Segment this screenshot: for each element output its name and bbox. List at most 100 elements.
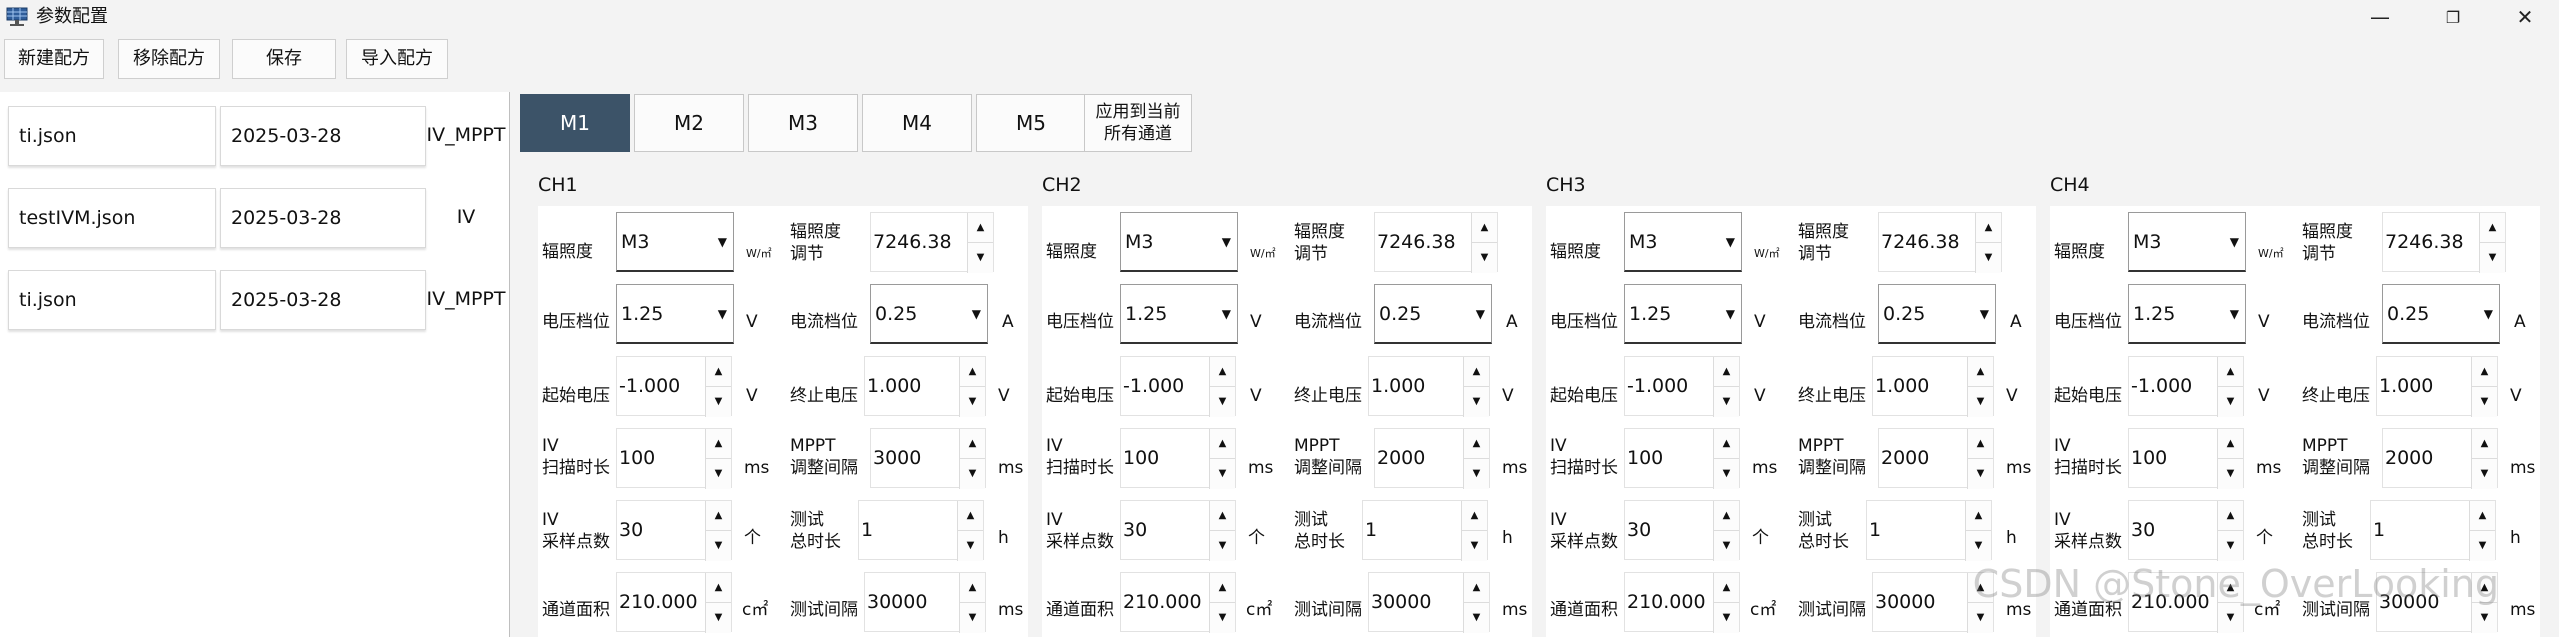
end-voltage-spinbox[interactable]: 1.000 ▲ ▼ bbox=[1368, 356, 1490, 417]
increment-arrow-icon[interactable]: ▲ bbox=[1967, 357, 1993, 387]
increment-arrow-icon[interactable]: ▲ bbox=[2217, 429, 2243, 459]
total-time-spinbox[interactable]: 1 ▲ ▼ bbox=[1362, 500, 1488, 561]
mppt-interval-spinbox[interactable]: 3000 ▲ ▼ bbox=[870, 428, 986, 489]
current-range-select[interactable]: 0.25 ▼ bbox=[2382, 284, 2500, 344]
irradiance-select[interactable]: M3 ▼ bbox=[2128, 212, 2246, 272]
irradiance-select[interactable]: M3 ▼ bbox=[1624, 212, 1742, 272]
mppt-interval-spinbox[interactable]: 2000 ▲ ▼ bbox=[2382, 428, 2498, 489]
decrement-arrow-icon[interactable]: ▼ bbox=[1471, 243, 1497, 273]
decrement-arrow-icon[interactable]: ▼ bbox=[705, 531, 731, 561]
increment-arrow-icon[interactable]: ▲ bbox=[1713, 573, 1739, 603]
increment-arrow-icon[interactable]: ▲ bbox=[1713, 501, 1739, 531]
increment-arrow-icon[interactable]: ▲ bbox=[959, 357, 985, 387]
decrement-arrow-icon[interactable]: ▼ bbox=[1967, 459, 1993, 489]
increment-arrow-icon[interactable]: ▲ bbox=[959, 573, 985, 603]
decrement-arrow-icon[interactable]: ▼ bbox=[959, 603, 985, 633]
increment-arrow-icon[interactable]: ▲ bbox=[1975, 213, 2001, 243]
start-voltage-spinbox[interactable]: -1.000 ▲ ▼ bbox=[1624, 356, 1740, 417]
iv-points-spinbox[interactable]: 30 ▲ ▼ bbox=[1624, 500, 1740, 561]
decrement-arrow-icon[interactable]: ▼ bbox=[1967, 387, 1993, 417]
decrement-arrow-icon[interactable]: ▼ bbox=[1209, 459, 1235, 489]
tab-m3[interactable]: M3 bbox=[748, 94, 858, 152]
increment-arrow-icon[interactable]: ▲ bbox=[1209, 429, 1235, 459]
tab-m2[interactable]: M2 bbox=[634, 94, 744, 152]
current-range-select[interactable]: 0.25 ▼ bbox=[870, 284, 988, 344]
irradiance-select[interactable]: M3 ▼ bbox=[616, 212, 734, 272]
irr-adjust-spinbox[interactable]: 7246.38 ▲ ▼ bbox=[1374, 212, 1498, 273]
maximize-button[interactable]: ❐ bbox=[2418, 0, 2488, 34]
start-voltage-spinbox[interactable]: -1.000 ▲ ▼ bbox=[616, 356, 732, 417]
iv-points-spinbox[interactable]: 30 ▲ ▼ bbox=[1120, 500, 1236, 561]
decrement-arrow-icon[interactable]: ▼ bbox=[1461, 531, 1487, 561]
recipe-date[interactable]: 2025-03-28 bbox=[220, 188, 426, 248]
total-time-spinbox[interactable]: 1 ▲ ▼ bbox=[858, 500, 984, 561]
increment-arrow-icon[interactable]: ▲ bbox=[1209, 573, 1235, 603]
start-voltage-spinbox[interactable]: -1.000 ▲ ▼ bbox=[2128, 356, 2244, 417]
total-time-spinbox[interactable]: 1 ▲ ▼ bbox=[1866, 500, 1992, 561]
area-spinbox[interactable]: 210.000 ▲ ▼ bbox=[1120, 572, 1236, 633]
voltage-range-select[interactable]: 1.25 ▼ bbox=[1120, 284, 1238, 344]
tab-m1[interactable]: M1 bbox=[520, 94, 630, 152]
irradiance-select[interactable]: M3 ▼ bbox=[1120, 212, 1238, 272]
voltage-range-select[interactable]: 1.25 ▼ bbox=[1624, 284, 1742, 344]
decrement-arrow-icon[interactable]: ▼ bbox=[2479, 243, 2505, 273]
decrement-arrow-icon[interactable]: ▼ bbox=[1965, 531, 1991, 561]
minimize-button[interactable]: — bbox=[2345, 0, 2415, 34]
end-voltage-spinbox[interactable]: 1.000 ▲ ▼ bbox=[864, 356, 986, 417]
decrement-arrow-icon[interactable]: ▼ bbox=[1713, 459, 1739, 489]
decrement-arrow-icon[interactable]: ▼ bbox=[2217, 531, 2243, 561]
decrement-arrow-icon[interactable]: ▼ bbox=[1463, 603, 1489, 633]
recipe-name[interactable]: ti.json bbox=[8, 270, 216, 330]
apply-all-channels-button[interactable]: 应用到当前 所有通道 bbox=[1084, 94, 1192, 152]
iv-scan-time-spinbox[interactable]: 100 ▲ ▼ bbox=[2128, 428, 2244, 489]
iv-scan-time-spinbox[interactable]: 100 ▲ ▼ bbox=[1120, 428, 1236, 489]
increment-arrow-icon[interactable]: ▲ bbox=[2471, 357, 2497, 387]
decrement-arrow-icon[interactable]: ▼ bbox=[1975, 243, 2001, 273]
increment-arrow-icon[interactable]: ▲ bbox=[1463, 357, 1489, 387]
decrement-arrow-icon[interactable]: ▼ bbox=[959, 387, 985, 417]
mppt-interval-spinbox[interactable]: 2000 ▲ ▼ bbox=[1878, 428, 1994, 489]
decrement-arrow-icon[interactable]: ▼ bbox=[2217, 387, 2243, 417]
decrement-arrow-icon[interactable]: ▼ bbox=[1713, 531, 1739, 561]
voltage-range-select[interactable]: 1.25 ▼ bbox=[2128, 284, 2246, 344]
voltage-range-select[interactable]: 1.25 ▼ bbox=[616, 284, 734, 344]
close-button[interactable]: ✕ bbox=[2490, 0, 2559, 34]
increment-arrow-icon[interactable]: ▲ bbox=[1967, 429, 1993, 459]
decrement-arrow-icon[interactable]: ▼ bbox=[1209, 387, 1235, 417]
irr-adjust-spinbox[interactable]: 7246.38 ▲ ▼ bbox=[1878, 212, 2002, 273]
increment-arrow-icon[interactable]: ▲ bbox=[1471, 213, 1497, 243]
iv-points-spinbox[interactable]: 30 ▲ ▼ bbox=[2128, 500, 2244, 561]
increment-arrow-icon[interactable]: ▲ bbox=[967, 213, 993, 243]
current-range-select[interactable]: 0.25 ▼ bbox=[1374, 284, 1492, 344]
increment-arrow-icon[interactable]: ▲ bbox=[1463, 573, 1489, 603]
increment-arrow-icon[interactable]: ▲ bbox=[705, 429, 731, 459]
irr-adjust-spinbox[interactable]: 7246.38 ▲ ▼ bbox=[870, 212, 994, 273]
recipe-row[interactable]: testIVM.json 2025-03-28 IV bbox=[0, 188, 510, 250]
decrement-arrow-icon[interactable]: ▼ bbox=[1967, 603, 1993, 633]
increment-arrow-icon[interactable]: ▲ bbox=[2471, 429, 2497, 459]
increment-arrow-icon[interactable]: ▲ bbox=[2217, 357, 2243, 387]
decrement-arrow-icon[interactable]: ▼ bbox=[2217, 603, 2243, 633]
increment-arrow-icon[interactable]: ▲ bbox=[1461, 501, 1487, 531]
import-recipe-button[interactable]: 导入配方 bbox=[346, 39, 448, 79]
increment-arrow-icon[interactable]: ▲ bbox=[957, 501, 983, 531]
iv-points-spinbox[interactable]: 30 ▲ ▼ bbox=[616, 500, 732, 561]
save-button[interactable]: 保存 bbox=[232, 39, 336, 79]
decrement-arrow-icon[interactable]: ▼ bbox=[1209, 603, 1235, 633]
decrement-arrow-icon[interactable]: ▼ bbox=[2471, 387, 2497, 417]
tab-m4[interactable]: M4 bbox=[862, 94, 972, 152]
decrement-arrow-icon[interactable]: ▼ bbox=[957, 531, 983, 561]
remove-recipe-button[interactable]: 移除配方 bbox=[118, 39, 220, 79]
decrement-arrow-icon[interactable]: ▼ bbox=[1209, 531, 1235, 561]
test-interval-spinbox[interactable]: 30000 ▲ ▼ bbox=[864, 572, 986, 633]
increment-arrow-icon[interactable]: ▲ bbox=[2479, 213, 2505, 243]
end-voltage-spinbox[interactable]: 1.000 ▲ ▼ bbox=[1872, 356, 1994, 417]
increment-arrow-icon[interactable]: ▲ bbox=[1713, 429, 1739, 459]
area-spinbox[interactable]: 210.000 ▲ ▼ bbox=[1624, 572, 1740, 633]
increment-arrow-icon[interactable]: ▲ bbox=[705, 573, 731, 603]
decrement-arrow-icon[interactable]: ▼ bbox=[1713, 603, 1739, 633]
increment-arrow-icon[interactable]: ▲ bbox=[705, 357, 731, 387]
increment-arrow-icon[interactable]: ▲ bbox=[2469, 501, 2495, 531]
iv-scan-time-spinbox[interactable]: 100 ▲ ▼ bbox=[1624, 428, 1740, 489]
decrement-arrow-icon[interactable]: ▼ bbox=[705, 387, 731, 417]
